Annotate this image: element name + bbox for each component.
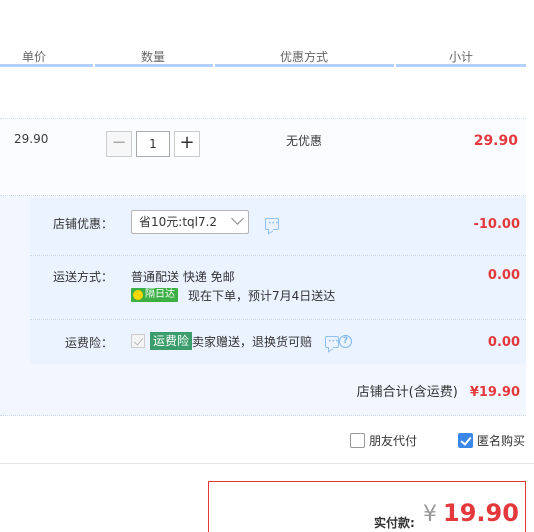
decrease-quantity-button[interactable]: − [106,131,132,157]
shipping-method: 普通配送 快递 免邮 [131,270,235,284]
friend-pay-checkbox[interactable] [350,433,365,448]
anonymous-purchase-label: 匿名购买 [477,434,526,448]
anonymous-purchase-option[interactable]: 匿名购买 [458,432,525,449]
shop-summary: 店铺优惠： 省10元:tql7.2 ••• -10.00 运送方式： 普通配送 … [0,196,526,416]
shop-total-value: ¥19.90 [469,385,520,400]
insurance-amount: 0.00 [487,335,520,350]
header-unit-price: 单价 [22,50,47,64]
coupon-amount: -10.00 [473,217,520,232]
coupon-select-value: 省10元:tql7.2 [139,215,218,229]
insurance-checkbox [131,334,145,348]
shipping-amount: 0.00 [487,268,520,283]
friend-pay-label: 朋友代付 [369,434,418,448]
lightning-icon [133,290,143,300]
insurance-label: 运费险： [64,336,113,350]
payment-summary: 实付款: ¥ 19.90 [208,481,526,532]
cart-item-row: 29.90 − 1 + 无优惠 29.90 [0,118,526,196]
insurance-text: 卖家赠送，退换货可赔 [192,335,313,349]
chevron-down-icon [231,212,244,225]
help-icon[interactable]: ? [339,335,352,348]
quantity-stepper: − 1 + [106,131,200,157]
promotion-text: 无优惠 [286,134,323,148]
coupon-label: 店铺优惠： [52,217,113,231]
header-separator [394,64,396,67]
anonymous-purchase-checkbox[interactable] [458,433,473,448]
shop-total: 店铺合计(含运费) ¥19.90 [357,381,520,400]
item-subtotal: 29.90 [473,133,518,149]
order-options: 朋友代付 匿名购买 [0,418,534,464]
header-promotion: 优惠方式 [280,50,329,64]
shop-coupon-row: 店铺优惠： 省10元:tql7.2 ••• -10.00 [30,198,526,256]
payment-total: 19.90 [443,499,519,527]
friend-pay-option[interactable]: 朋友代付 [350,432,417,449]
header-subtotal: 小计 [449,50,474,64]
shop-options-panel: 店铺优惠： 省10元:tql7.2 ••• -10.00 运送方式： 普通配送 … [30,198,526,364]
shipping-label: 运送方式： [52,270,113,284]
payment-label: 实付款: [374,516,415,530]
header-separator [213,64,215,67]
insurance-badge: 运费险 [150,332,193,350]
message-icon[interactable]: ••• [265,218,279,230]
shop-total-label: 店铺合计(含运费) [356,385,458,400]
increase-quantity-button[interactable]: + [174,131,200,157]
quantity-input[interactable]: 1 [136,131,170,157]
shipping-row: 运送方式： 普通配送 快递 免邮 隔日达 现在下单，预计7月4日送达 0.00 [30,256,526,320]
header-separator [93,64,95,67]
insurance-row: 运费险： 运费险 卖家赠送，退换货可赔 ••• ? 0.00 [30,320,526,364]
header-quantity: 数量 [141,50,166,64]
cart-header: 单价 数量 优惠方式 小计 [0,0,534,68]
message-icon[interactable]: ••• [325,336,339,348]
coupon-select[interactable]: 省10元:tql7.2 [131,210,249,234]
delivery-eta: 现在下单，预计7月4日送达 [188,289,336,303]
next-day-badge: 隔日达 [131,288,178,302]
unit-price: 29.90 [14,132,49,146]
currency-symbol: ¥ [423,502,437,527]
header-divider [0,64,526,67]
